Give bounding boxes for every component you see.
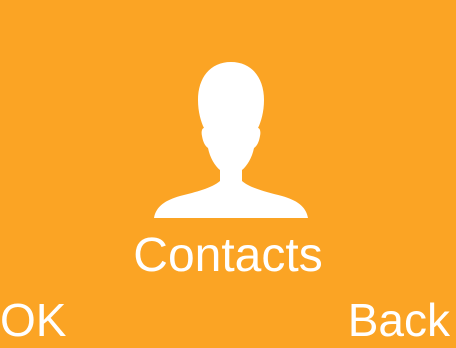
- menu-title: Contacts: [133, 229, 323, 282]
- back-softkey[interactable]: Back: [348, 292, 450, 348]
- contacts-menu-screen: Contacts OK Back: [0, 0, 456, 348]
- contact-person-icon[interactable]: [152, 60, 310, 218]
- ok-softkey[interactable]: OK: [0, 292, 66, 348]
